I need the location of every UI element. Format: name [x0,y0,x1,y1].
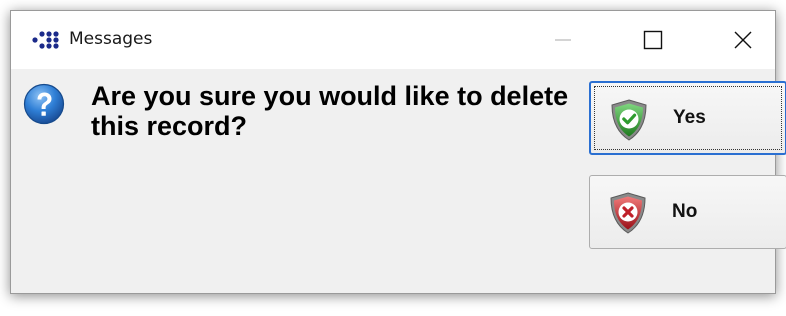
window-title: Messages [69,29,153,49]
question-icon [23,83,65,125]
close-icon [734,31,752,49]
shield-x-icon [610,192,646,234]
yes-button[interactable]: Yes [589,81,786,155]
no-button[interactable]: No [589,175,786,249]
minimize-icon [555,39,571,41]
maximize-icon [643,30,663,50]
shield-check-icon [611,99,647,141]
no-button-label: No [672,201,698,222]
maximize-button[interactable] [621,11,685,69]
close-button[interactable] [711,11,775,69]
minimize-button[interactable] [531,11,595,69]
app-icon [32,31,59,49]
confirmation-message: Are you sure you would like to delete th… [91,81,569,141]
dialog-body: Are you sure you would like to delete th… [11,69,786,295]
message-dialog-window: Messages Are you sure you would like to … [10,10,786,295]
title-bar[interactable]: Messages [11,11,775,69]
yes-button-label: Yes [673,107,706,128]
